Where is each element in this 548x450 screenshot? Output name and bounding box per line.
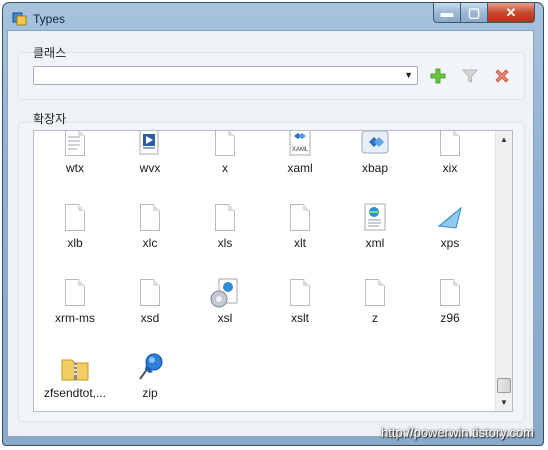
list-item[interactable]: xsl	[187, 277, 263, 325]
list-item-label: xslt	[291, 311, 309, 325]
zip-folder-icon	[59, 352, 91, 384]
blank-doc-icon	[59, 202, 91, 234]
close-icon: ✕	[505, 5, 517, 20]
list-item[interactable]: xlt	[262, 202, 338, 250]
media-playlist-icon	[134, 131, 166, 159]
close-button[interactable]: ✕	[488, 3, 535, 23]
list-item[interactable]: wvx	[112, 131, 188, 175]
list-item-label: xbap	[361, 161, 389, 175]
xaml-icon: XAML	[284, 131, 316, 159]
blank-doc-icon	[284, 202, 316, 234]
list-item[interactable]: xsd	[112, 277, 188, 325]
list-item[interactable]: xps	[412, 202, 488, 250]
dropdown-arrow-icon[interactable]: ▼	[404, 70, 413, 80]
list-item[interactable]: xlc	[112, 202, 188, 250]
list-item-label: xml	[365, 236, 385, 250]
list-item[interactable]: xix	[412, 131, 488, 175]
svg-text:XAML: XAML	[292, 147, 309, 153]
list-item[interactable]: z	[337, 277, 413, 325]
app-icon	[12, 11, 28, 27]
list-item[interactable]: XAML xaml	[262, 131, 338, 175]
minimize-icon: ▬	[440, 5, 454, 20]
list-item[interactable]: xslt	[262, 277, 338, 325]
filter-class-button[interactable]	[460, 66, 480, 86]
class-group-label: 클래스	[33, 46, 67, 60]
list-item[interactable]: x	[187, 131, 263, 175]
delete-class-button[interactable]	[492, 66, 512, 86]
list-item-label: xsl	[217, 311, 233, 325]
list-item[interactable]: xls	[187, 202, 263, 250]
list-item-label: xsd	[140, 311, 160, 325]
filter-icon	[462, 69, 478, 83]
blank-doc-icon	[59, 277, 91, 309]
list-item[interactable]: xml	[337, 202, 413, 250]
extension-list[interactable]: wtx wvx x XAML xaml xbap xix xlb xlc xls xlt xml xps…	[33, 130, 513, 412]
list-item-label: z	[372, 311, 378, 325]
list-item-label: x	[222, 161, 228, 175]
xsl-gear-icon	[209, 277, 241, 309]
list-item-label: xlc	[142, 236, 158, 250]
xps-icon	[434, 202, 466, 234]
maximize-icon: ▢	[467, 5, 481, 20]
minimize-button[interactable]: ▬	[433, 3, 461, 23]
maximize-button[interactable]: ▢	[461, 3, 488, 23]
list-item-label: xps	[440, 236, 460, 250]
list-item[interactable]: zfsendtot,...	[37, 352, 113, 400]
title-bar[interactable]: Types ▬ ▢ ✕	[3, 3, 543, 33]
list-item-label: xlb	[67, 236, 83, 250]
class-combobox[interactable]: ▼	[33, 66, 418, 85]
list-item-label: wvx	[139, 161, 161, 175]
window-title: Types	[33, 12, 66, 26]
list-item[interactable]: xbap	[337, 131, 413, 175]
text-doc-icon	[59, 131, 91, 159]
list-item-label: xlt	[294, 236, 306, 250]
delete-icon	[495, 69, 509, 83]
list-item-label: z96	[440, 311, 460, 325]
blank-doc-icon	[434, 131, 466, 159]
list-item[interactable]: xlb	[37, 202, 113, 250]
list-item-label: wtx	[66, 161, 84, 175]
plus-icon	[430, 68, 446, 84]
list-item-label: xaml	[287, 161, 313, 175]
xbap-icon	[359, 131, 391, 159]
blank-doc-icon	[434, 277, 466, 309]
extension-group-label: 확장자	[33, 112, 67, 126]
blank-doc-icon	[284, 277, 316, 309]
list-item-label: xix	[442, 161, 458, 175]
scroll-up-icon[interactable]: ▲	[496, 131, 512, 148]
list-item[interactable]: xrm-ms	[37, 277, 113, 325]
list-item[interactable]: wtx	[37, 131, 113, 175]
list-item[interactable]: z96	[412, 277, 488, 325]
list-item-label: xls	[217, 236, 233, 250]
blank-doc-icon	[209, 131, 241, 159]
scroll-down-icon[interactable]: ▼	[496, 394, 512, 411]
vertical-scrollbar[interactable]: ▲ ▼	[495, 131, 512, 411]
watermark: http://powerwin.tistory.com	[381, 425, 534, 440]
blank-doc-icon	[134, 202, 166, 234]
list-item-label: zfsendtot,...	[43, 386, 107, 400]
pushpin-icon	[134, 352, 166, 384]
blank-doc-icon	[134, 277, 166, 309]
blank-doc-icon	[359, 277, 391, 309]
list-item-label: zip	[142, 386, 158, 400]
scroll-thumb[interactable]	[497, 378, 511, 393]
list-item[interactable]: zip	[112, 352, 188, 400]
blank-doc-icon	[209, 202, 241, 234]
xml-icon	[359, 202, 391, 234]
add-class-button[interactable]	[428, 66, 448, 86]
list-item-label: xrm-ms	[55, 311, 95, 325]
